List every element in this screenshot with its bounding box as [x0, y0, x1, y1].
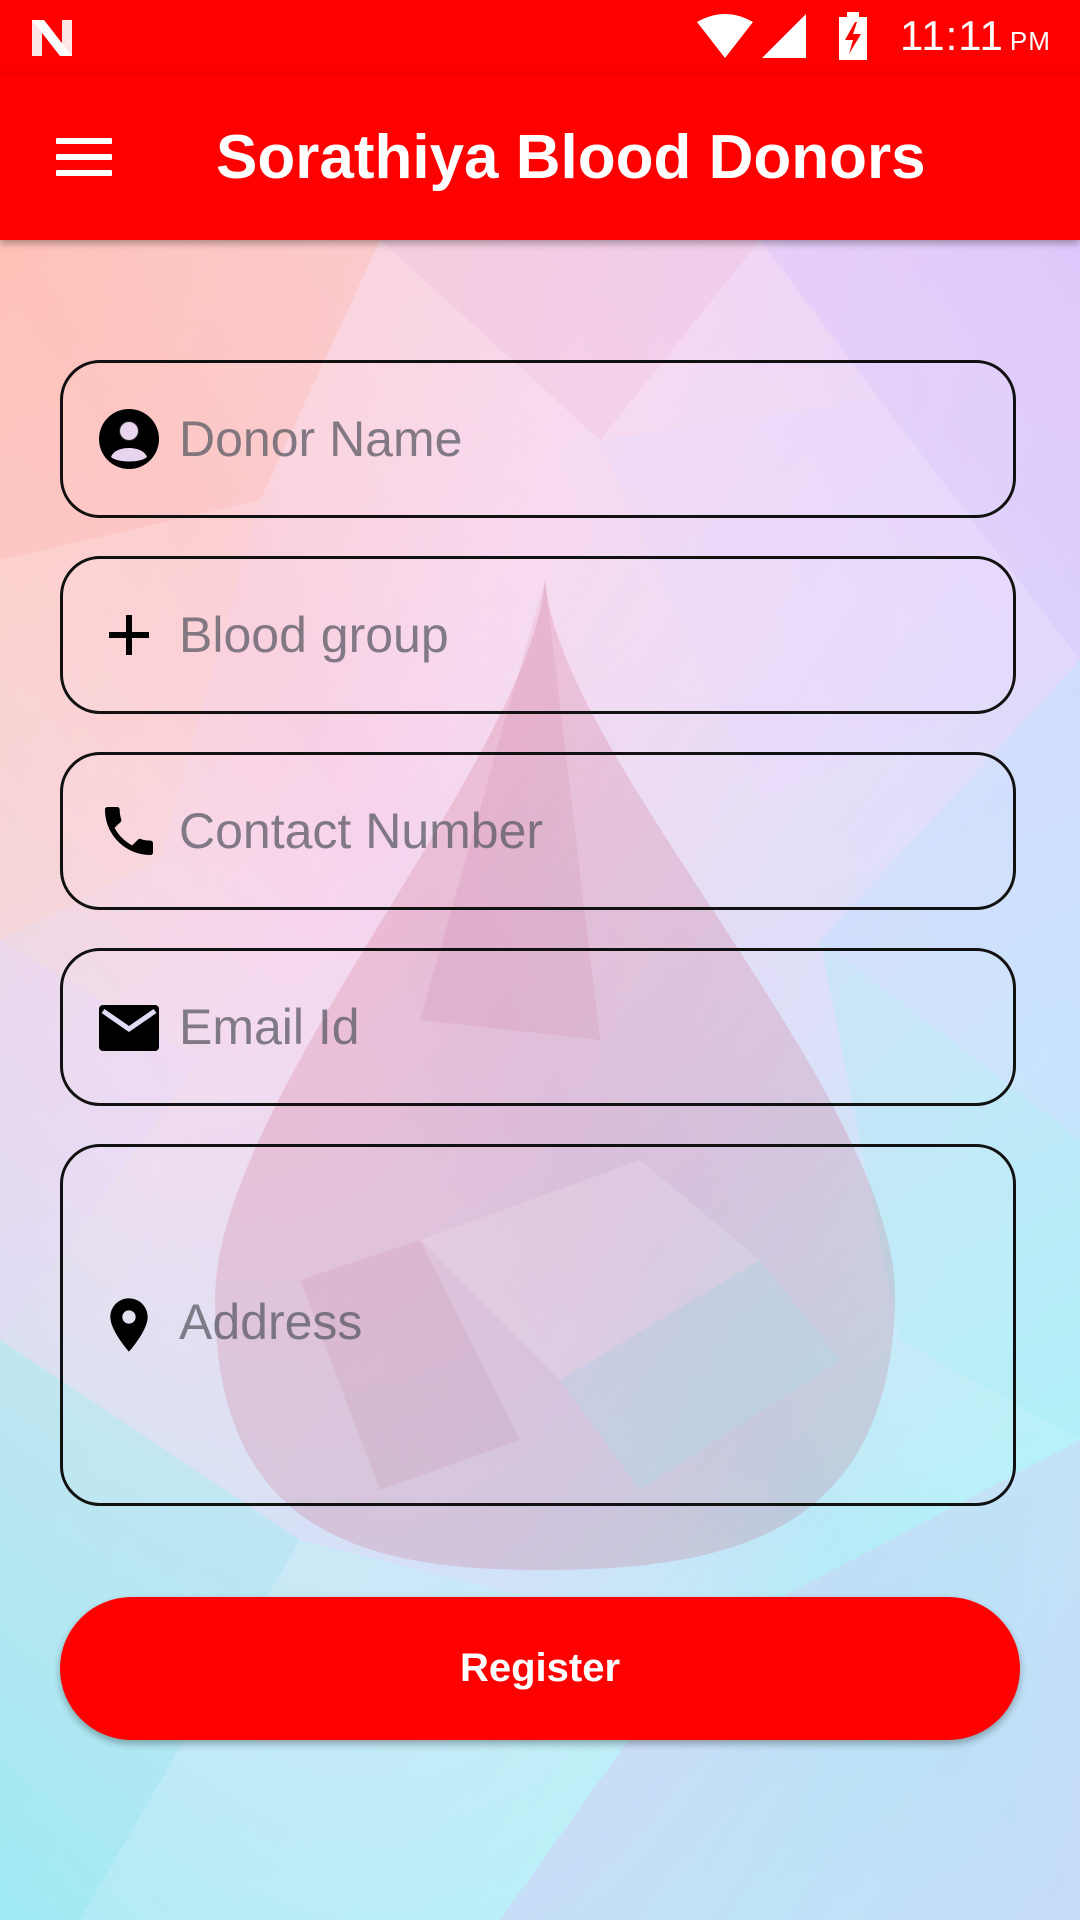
email-field[interactable]: [60, 948, 1016, 1106]
n-logo-icon: [32, 20, 72, 56]
wifi-icon: [697, 14, 753, 58]
register-button[interactable]: Register: [60, 1597, 1020, 1740]
cell-signal-icon: [762, 14, 806, 58]
blood-group-input[interactable]: [179, 603, 983, 667]
donor-name-input[interactable]: [179, 407, 983, 471]
donor-name-field[interactable]: [60, 360, 1016, 518]
account-circle-icon: [99, 409, 159, 469]
email-input[interactable]: [179, 995, 983, 1059]
registration-form: Register: [0, 240, 1080, 1920]
status-bar: 11:11 PM: [0, 0, 1080, 74]
mail-icon: [99, 1005, 159, 1051]
app-bar: Sorathiya Blood Donors: [0, 74, 1080, 240]
clock-ampm: PM: [1009, 26, 1051, 56]
contact-number-input[interactable]: [179, 799, 983, 863]
clock: 11:11 PM: [900, 12, 1051, 60]
clock-time: 11:11: [900, 12, 1004, 59]
location-pin-icon: [110, 1298, 148, 1352]
app-title: Sorathiya Blood Donors: [216, 123, 926, 192]
battery-charging-icon: [839, 12, 867, 60]
contact-number-field[interactable]: [60, 752, 1016, 910]
phone-icon: [105, 807, 153, 855]
hamburger-menu-icon[interactable]: [40, 120, 128, 192]
plus-icon: [109, 615, 149, 655]
blood-group-field[interactable]: [60, 556, 1016, 714]
address-input[interactable]: [179, 1293, 983, 1363]
address-field[interactable]: [60, 1144, 1016, 1506]
